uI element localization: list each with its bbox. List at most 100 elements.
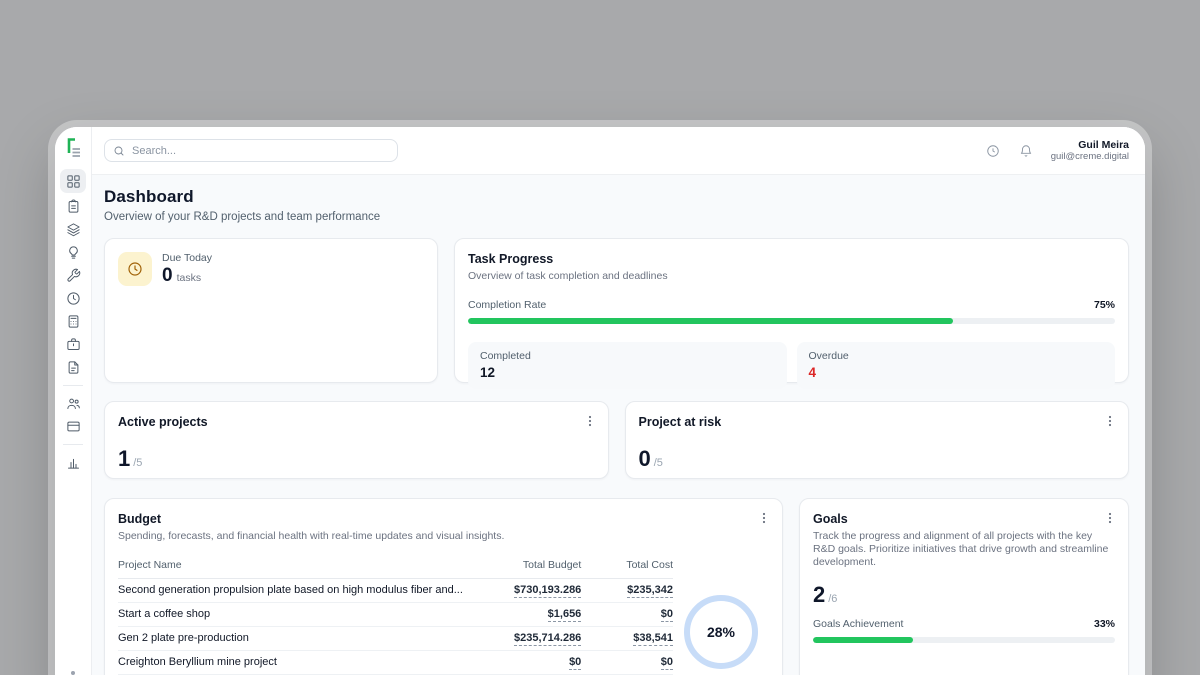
budget-value[interactable]: $1,656	[548, 608, 582, 622]
sidebar-item-ideas[interactable]	[60, 241, 86, 264]
layers-icon	[66, 222, 81, 237]
search-input[interactable]	[104, 139, 398, 162]
project-at-risk-card: Project at risk 0 /5	[625, 401, 1130, 479]
sidebar-item-team[interactable]	[60, 392, 86, 415]
app-window: V1.0 Guil Meira guil@creme.digital	[55, 127, 1145, 675]
goals-achievement-label: Goals Achievement	[813, 618, 903, 630]
due-today-label: Due Today	[162, 252, 212, 264]
goals-menu-button[interactable]	[1103, 510, 1117, 526]
project-at-risk-value: 0	[639, 446, 651, 472]
goals-title: Goals	[813, 512, 1115, 526]
page-subtitle: Overview of your R&D projects and team p…	[104, 211, 1129, 223]
search-container	[104, 139, 398, 162]
active-projects-card: Active projects 1 /5	[104, 401, 609, 479]
goals-achievement-value: 33%	[1094, 618, 1115, 630]
wrench-icon	[66, 268, 81, 283]
history-clock-icon	[986, 144, 1000, 158]
budget-table: Project Name Total Budget Total Cost Sec…	[118, 555, 673, 675]
budget-title: Budget	[118, 512, 769, 526]
top-bar: Guil Meira guil@creme.digital	[92, 127, 1145, 175]
task-progress-card: Task Progress Overview of task completio…	[454, 238, 1129, 383]
cost-value[interactable]: $0	[661, 608, 673, 622]
completion-progress-fill	[468, 318, 953, 324]
goals-subtitle: Track the progress and alignment of all …	[813, 530, 1115, 569]
search-icon	[113, 145, 125, 157]
goals-total: /6	[828, 593, 837, 605]
completion-rate-label: Completion Rate	[468, 299, 546, 311]
sidebar-item-dashboard[interactable]	[60, 169, 86, 193]
briefcase-icon	[66, 337, 81, 352]
overdue-stat: Overdue 4	[797, 342, 1116, 389]
active-projects-total: /5	[133, 457, 142, 469]
sidebar-item-time[interactable]	[60, 287, 86, 310]
table-row[interactable]: Creighton Beryllium mine project $0 $0	[118, 651, 673, 675]
budget-value[interactable]: $0	[569, 656, 581, 670]
active-projects-value: 1	[118, 446, 130, 472]
table-row[interactable]: Start a coffee shop $1,656 $0	[118, 603, 673, 627]
due-today-unit: tasks	[177, 272, 202, 284]
calculator-icon	[66, 314, 81, 329]
column-header-project-name: Project Name	[118, 555, 463, 579]
cost-value[interactable]: $0	[661, 656, 673, 670]
creme-digital-logo	[63, 137, 83, 159]
column-header-total-budget: Total Budget	[463, 555, 581, 579]
overdue-value: 4	[809, 365, 1104, 380]
sidebar: V1.0	[55, 127, 92, 675]
budget-value[interactable]: $235,714.286	[514, 632, 581, 646]
kebab-icon	[584, 415, 596, 427]
sidebar-item-tools[interactable]	[60, 264, 86, 287]
budget-donut-container: 28%	[673, 555, 769, 675]
budget-value[interactable]: $730,193.286	[514, 584, 581, 598]
history-button[interactable]	[985, 143, 1001, 159]
goals-progress-track	[813, 637, 1115, 643]
users-icon	[66, 396, 81, 411]
dashboard-content: Dashboard Overview of your R&D projects …	[92, 175, 1145, 675]
goals-card: Goals Track the progress and alignment o…	[799, 498, 1129, 675]
sidebar-item-tasks[interactable]	[60, 195, 86, 218]
sidebar-item-documents[interactable]	[60, 356, 86, 379]
sidebar-item-billing[interactable]	[60, 415, 86, 438]
task-progress-title: Task Progress	[468, 252, 1115, 266]
status-dot	[71, 671, 75, 675]
dashboard-grid-icon	[66, 174, 81, 189]
lightbulb-icon	[66, 245, 81, 260]
budget-card: Budget Spending, forecasts, and financia…	[104, 498, 783, 675]
file-icon	[66, 360, 81, 375]
due-today-badge	[118, 252, 152, 286]
overdue-label: Overdue	[809, 350, 1104, 362]
clipboard-icon	[66, 199, 81, 214]
sidebar-footer: V1.0	[64, 671, 82, 675]
project-at-risk-menu-button[interactable]	[1103, 413, 1117, 429]
completed-stat: Completed 12	[468, 342, 787, 389]
sidebar-divider	[63, 444, 83, 445]
page-title: Dashboard	[104, 187, 1129, 207]
cost-value[interactable]: $235,342	[627, 584, 673, 598]
kebab-icon	[1104, 415, 1116, 427]
kebab-icon	[758, 512, 770, 524]
cost-value[interactable]: $38,541	[633, 632, 673, 646]
goals-value: 2	[813, 582, 825, 608]
column-header-total-cost: Total Cost	[581, 555, 673, 579]
budget-subtitle: Spending, forecasts, and financial healt…	[118, 530, 769, 543]
sidebar-item-analytics[interactable]	[60, 451, 86, 474]
clock-icon	[66, 291, 81, 306]
active-projects-title: Active projects	[118, 415, 595, 429]
top-bar-right: Guil Meira guil@creme.digital	[985, 139, 1129, 162]
table-row[interactable]: Second generation propulsion plate based…	[118, 579, 673, 603]
active-projects-menu-button[interactable]	[583, 413, 597, 429]
user-menu[interactable]: Guil Meira guil@creme.digital	[1051, 139, 1129, 162]
sidebar-divider	[63, 385, 83, 386]
table-row[interactable]: Gen 2 plate pre-production $235,714.286 …	[118, 627, 673, 651]
budget-menu-button[interactable]	[757, 510, 771, 526]
completion-progress-track	[468, 318, 1115, 324]
user-name: Guil Meira	[1051, 139, 1129, 151]
sidebar-item-calculator[interactable]	[60, 310, 86, 333]
due-today-card: Due Today 0 tasks	[104, 238, 438, 383]
sidebar-item-portfolio[interactable]	[60, 333, 86, 356]
project-at-risk-title: Project at risk	[639, 415, 1116, 429]
sidebar-item-layers[interactable]	[60, 218, 86, 241]
budget-donut-chart: 28%	[684, 595, 758, 669]
bell-icon	[1019, 144, 1033, 158]
due-today-value: 0	[162, 265, 173, 287]
notifications-button[interactable]	[1018, 143, 1034, 159]
